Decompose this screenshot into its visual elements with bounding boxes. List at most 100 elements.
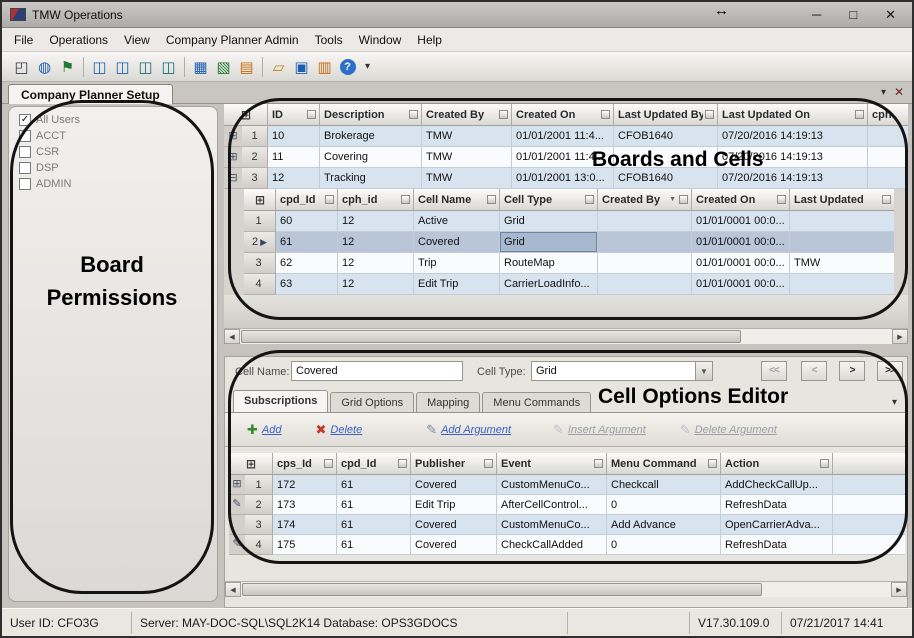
column-header-cell-name[interactable]: Cell Name: [414, 189, 500, 211]
column-options-icon[interactable]: [708, 459, 717, 468]
tree-item-dsp[interactable]: DSP: [19, 160, 217, 176]
grid-cell[interactable]: 63: [276, 274, 338, 295]
grid-corner[interactable]: ⊞: [244, 189, 276, 211]
table-row[interactable]: ⊞ 1 172 61 Covered CustomMenuCo... Check…: [229, 475, 905, 495]
grid-cell[interactable]: CFOB1640: [614, 126, 718, 147]
table-row[interactable]: ⊞ 2 11 Covering TMW 01/01/2001 11:4... 0…: [224, 147, 908, 168]
tab-list-dropdown-icon[interactable]: ▾: [881, 87, 886, 98]
menu-file[interactable]: File: [6, 29, 41, 51]
tree-item-all-users[interactable]: ✓ All Users: [19, 112, 217, 128]
grid-cell[interactable]: 62: [276, 253, 338, 274]
table-row[interactable]: 3 62 12 Trip RouteMap 01/01/0001 00:0...…: [244, 253, 894, 274]
tab-company-planner-setup[interactable]: Company Planner Setup: [8, 84, 173, 104]
column-options-icon[interactable]: [585, 195, 594, 204]
grid-cell[interactable]: TMW: [422, 147, 512, 168]
column-header-created-by[interactable]: Created By▼: [598, 189, 692, 211]
report-icon[interactable]: ▤: [235, 55, 258, 78]
tab-list-dropdown-icon[interactable]: ▾: [892, 397, 897, 412]
column-header-action[interactable]: Action: [721, 453, 833, 475]
table-row[interactable]: 3 174 61 Covered CustomMenuCo... Add Adv…: [229, 515, 905, 535]
grid-cell[interactable]: 61: [337, 495, 411, 515]
checkbox[interactable]: [19, 178, 31, 190]
board-window-icon[interactable]: ◫: [88, 55, 111, 78]
grid-cell[interactable]: [598, 211, 692, 232]
document-icon[interactable]: ▥: [313, 55, 336, 78]
grid-cell[interactable]: CheckCallAdded: [497, 535, 607, 555]
board-window-icon[interactable]: ◫: [111, 55, 134, 78]
menu-view[interactable]: View: [116, 29, 158, 51]
grid-cell[interactable]: [868, 147, 908, 168]
grid-cell[interactable]: CustomMenuCo...: [497, 475, 607, 495]
grid-cell[interactable]: 175: [273, 535, 337, 555]
globe-icon[interactable]: ◍: [33, 55, 56, 78]
minimize-button[interactable]: ─: [812, 7, 821, 23]
column-options-icon[interactable]: [325, 195, 334, 204]
grid-cell[interactable]: Edit Trip: [411, 495, 497, 515]
column-header-created-by[interactable]: Created By: [422, 104, 512, 126]
column-options-icon[interactable]: [401, 195, 410, 204]
checkbox[interactable]: ✓: [19, 114, 31, 126]
filter-icon[interactable]: ▼: [669, 196, 676, 203]
table-row[interactable]: 4 63 12 Edit Trip CarrierLoadInfo... 01/…: [244, 274, 894, 295]
add-argument-button[interactable]: ✎ Add Argument: [426, 422, 511, 438]
column-options-icon[interactable]: [484, 459, 493, 468]
tree-item-acct[interactable]: ACCT: [19, 128, 217, 144]
grid-cell[interactable]: CFOB1640: [614, 168, 718, 189]
grid-cell[interactable]: 61: [337, 475, 411, 495]
tab-close-icon[interactable]: ✕: [894, 85, 904, 99]
checkbox[interactable]: [19, 130, 31, 142]
column-header-publisher[interactable]: Publisher: [411, 453, 497, 475]
grid-cell[interactable]: Grid: [500, 211, 598, 232]
column-options-icon[interactable]: [777, 195, 786, 204]
chevron-down-icon[interactable]: ▼: [695, 362, 712, 380]
grid-cell[interactable]: [833, 535, 905, 555]
column-header-created-on[interactable]: Created On: [692, 189, 790, 211]
column-options-icon[interactable]: [820, 459, 829, 468]
column-header-cut[interactable]: [833, 453, 905, 475]
table-row[interactable]: ⊟ 3 12 Tracking TMW 01/01/2001 13:0... C…: [224, 168, 908, 189]
row-header[interactable]: 1: [245, 475, 273, 495]
grid-cell[interactable]: AfterCellControl...: [497, 495, 607, 515]
grid-cell[interactable]: 07/20/2016 14:19:13: [718, 126, 868, 147]
grid-cell[interactable]: CarrierLoadInfo...: [500, 274, 598, 295]
board-window-icon[interactable]: ◫: [134, 55, 157, 78]
grid-cell[interactable]: RefreshData: [721, 535, 833, 555]
grid-cell[interactable]: 07/20/2016 14:19:13: [718, 147, 868, 168]
last-record-button[interactable]: >>: [877, 361, 903, 381]
column-header-menu-command[interactable]: Menu Command: [607, 453, 721, 475]
row-header[interactable]: 1: [244, 211, 276, 232]
table-row[interactable]: ✎ 2 173 61 Edit Trip AfterCellControl...…: [229, 495, 905, 515]
grid-cell[interactable]: 11: [268, 147, 320, 168]
grid-cell[interactable]: Add Advance: [607, 515, 721, 535]
grid-cell[interactable]: 0: [607, 535, 721, 555]
tab-grid-options[interactable]: Grid Options: [330, 392, 414, 412]
row-header[interactable]: 4: [244, 274, 276, 295]
column-header-last-updated[interactable]: Last Updated: [790, 189, 894, 211]
cell-name-input[interactable]: [291, 361, 463, 381]
row-header[interactable]: 2: [242, 147, 268, 168]
grid-cell[interactable]: 173: [273, 495, 337, 515]
menu-operations[interactable]: Operations: [41, 29, 116, 51]
pencil-icon[interactable]: ✎: [232, 499, 241, 510]
grid-cell[interactable]: [790, 274, 894, 295]
column-header-cph[interactable]: cph: [868, 104, 908, 126]
grid-cell[interactable]: OpenCarrierAdva...: [721, 515, 833, 535]
grid-cell[interactable]: [833, 475, 905, 495]
grid-cell[interactable]: 61: [337, 535, 411, 555]
column-options-icon[interactable]: [398, 459, 407, 468]
column-options-icon[interactable]: [409, 110, 418, 119]
flag-icon[interactable]: ⚑: [56, 55, 79, 78]
column-header-cpd-id[interactable]: cpd_Id: [276, 189, 338, 211]
cell-type-select[interactable]: Grid ▼: [531, 361, 713, 381]
checkbox[interactable]: [19, 162, 31, 174]
grid-cell[interactable]: [868, 168, 908, 189]
row-header[interactable]: 4: [245, 535, 273, 555]
grid-cell[interactable]: Covered: [411, 535, 497, 555]
column-header-last-updated-on[interactable]: Last Updated On: [718, 104, 868, 126]
grid-cell[interactable]: [598, 232, 692, 253]
grid-cell[interactable]: [833, 495, 905, 515]
scroll-left-icon[interactable]: ◀: [225, 582, 241, 597]
grid-cell[interactable]: 01/01/0001 00:0...: [692, 274, 790, 295]
grid-cell[interactable]: Tracking: [320, 168, 422, 189]
expand-icon[interactable]: ⊞: [232, 479, 241, 490]
